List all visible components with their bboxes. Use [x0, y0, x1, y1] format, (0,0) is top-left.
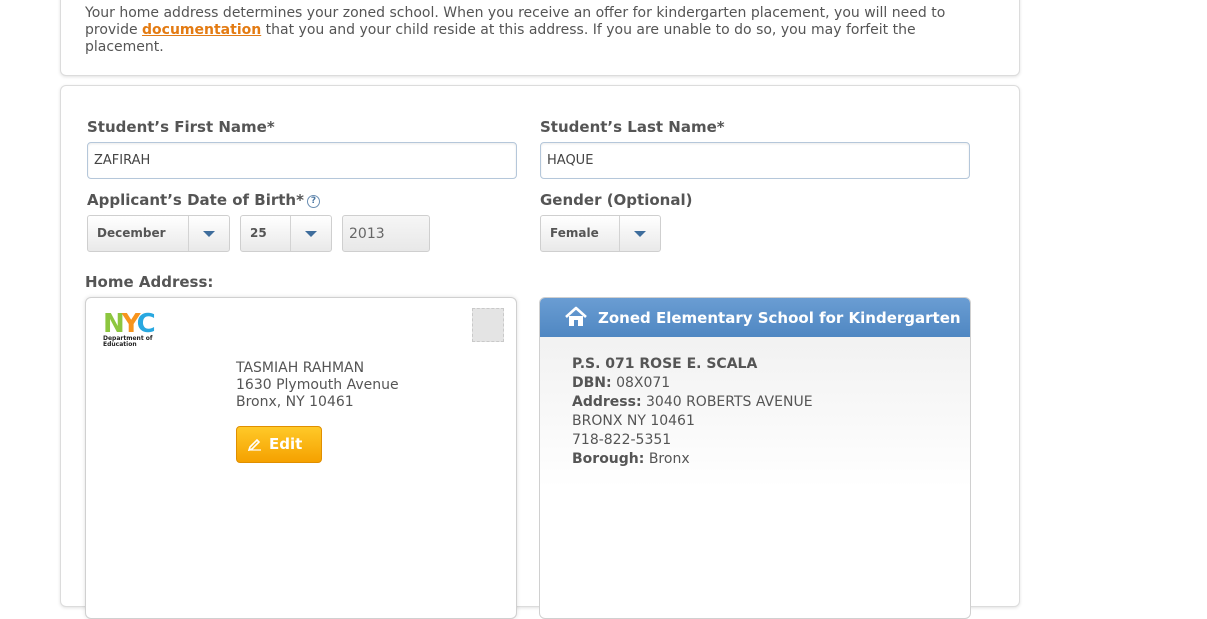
help-icon[interactable]: ?	[306, 195, 320, 208]
gender-select[interactable]: Female	[540, 215, 661, 252]
documentation-link[interactable]: documentation	[142, 22, 261, 38]
dob-label: Applicant’s Date of Birth*?	[87, 191, 320, 209]
school-address-label: Address:	[572, 394, 642, 410]
zoned-school-details: P.S. 071 ROSE E. SCALA DBN: 08X071 Addre…	[572, 355, 813, 469]
pencil-icon	[248, 438, 261, 451]
first-name-label: Student’s First Name*	[87, 118, 275, 136]
nyc-doe-logo: NYC Department of Education	[103, 309, 173, 348]
last-name-input[interactable]	[540, 142, 970, 179]
nyc-logo-letters: NYC	[103, 309, 156, 339]
address-notice-text: Your home address determines your zoned …	[85, 5, 965, 56]
logo-sub-line2: Education	[103, 341, 137, 348]
dob-label-text: Applicant’s Date of Birth*	[87, 191, 304, 209]
school-address-line2: BRONX NY 10461	[572, 413, 695, 429]
zoned-school-title: Zoned Elementary School for Kindergarten	[598, 309, 961, 327]
dbn-label: DBN:	[572, 375, 612, 391]
home-address-label: Home Address:	[85, 273, 214, 291]
dob-month-value: December	[97, 226, 166, 240]
borough-value: Bronx	[648, 451, 690, 467]
address-name: TASMIAH RAHMAN	[236, 360, 365, 376]
gender-value: Female	[550, 226, 599, 240]
home-address-card: NYC Department of Education TASMIAH RAHM…	[85, 297, 517, 619]
chevron-down-icon	[290, 216, 331, 251]
dob-year-input[interactable]: 2013	[342, 215, 430, 252]
borough-label: Borough:	[572, 451, 645, 467]
address-street: 1630 Plymouth Avenue	[236, 377, 399, 393]
school-phone: 718-822-5351	[572, 432, 672, 448]
last-name-label: Student’s Last Name*	[540, 118, 725, 136]
dob-day-value: 25	[250, 226, 267, 240]
address-lines: TASMIAH RAHMAN 1630 Plymouth Avenue Bron…	[236, 360, 399, 411]
first-name-input[interactable]	[87, 142, 517, 179]
student-form-card: Student’s First Name* Student’s Last Nam…	[60, 85, 1020, 619]
dob-day-select[interactable]: 25	[240, 215, 332, 252]
zoned-school-header: Zoned Elementary School for Kindergarten	[540, 298, 970, 337]
zoned-school-card: Zoned Elementary School for Kindergarten…	[539, 297, 971, 619]
school-address-line1: 3040 ROBERTS AVENUE	[646, 394, 813, 410]
chevron-down-icon	[619, 216, 660, 251]
chevron-down-icon	[188, 216, 229, 251]
dbn-value: 08X071	[616, 375, 671, 391]
gender-label: Gender (Optional)	[540, 191, 693, 209]
address-notice-card: Your home address determines your zoned …	[60, 0, 1020, 76]
edit-address-button[interactable]: Edit	[236, 426, 322, 463]
stamp-placeholder	[472, 308, 504, 342]
school-name: P.S. 071 ROSE E. SCALA	[572, 356, 758, 372]
home-icon	[565, 306, 587, 326]
dob-month-select[interactable]: December	[87, 215, 230, 252]
edit-button-label: Edit	[269, 435, 303, 453]
address-city: Bronx, NY 10461	[236, 394, 354, 410]
